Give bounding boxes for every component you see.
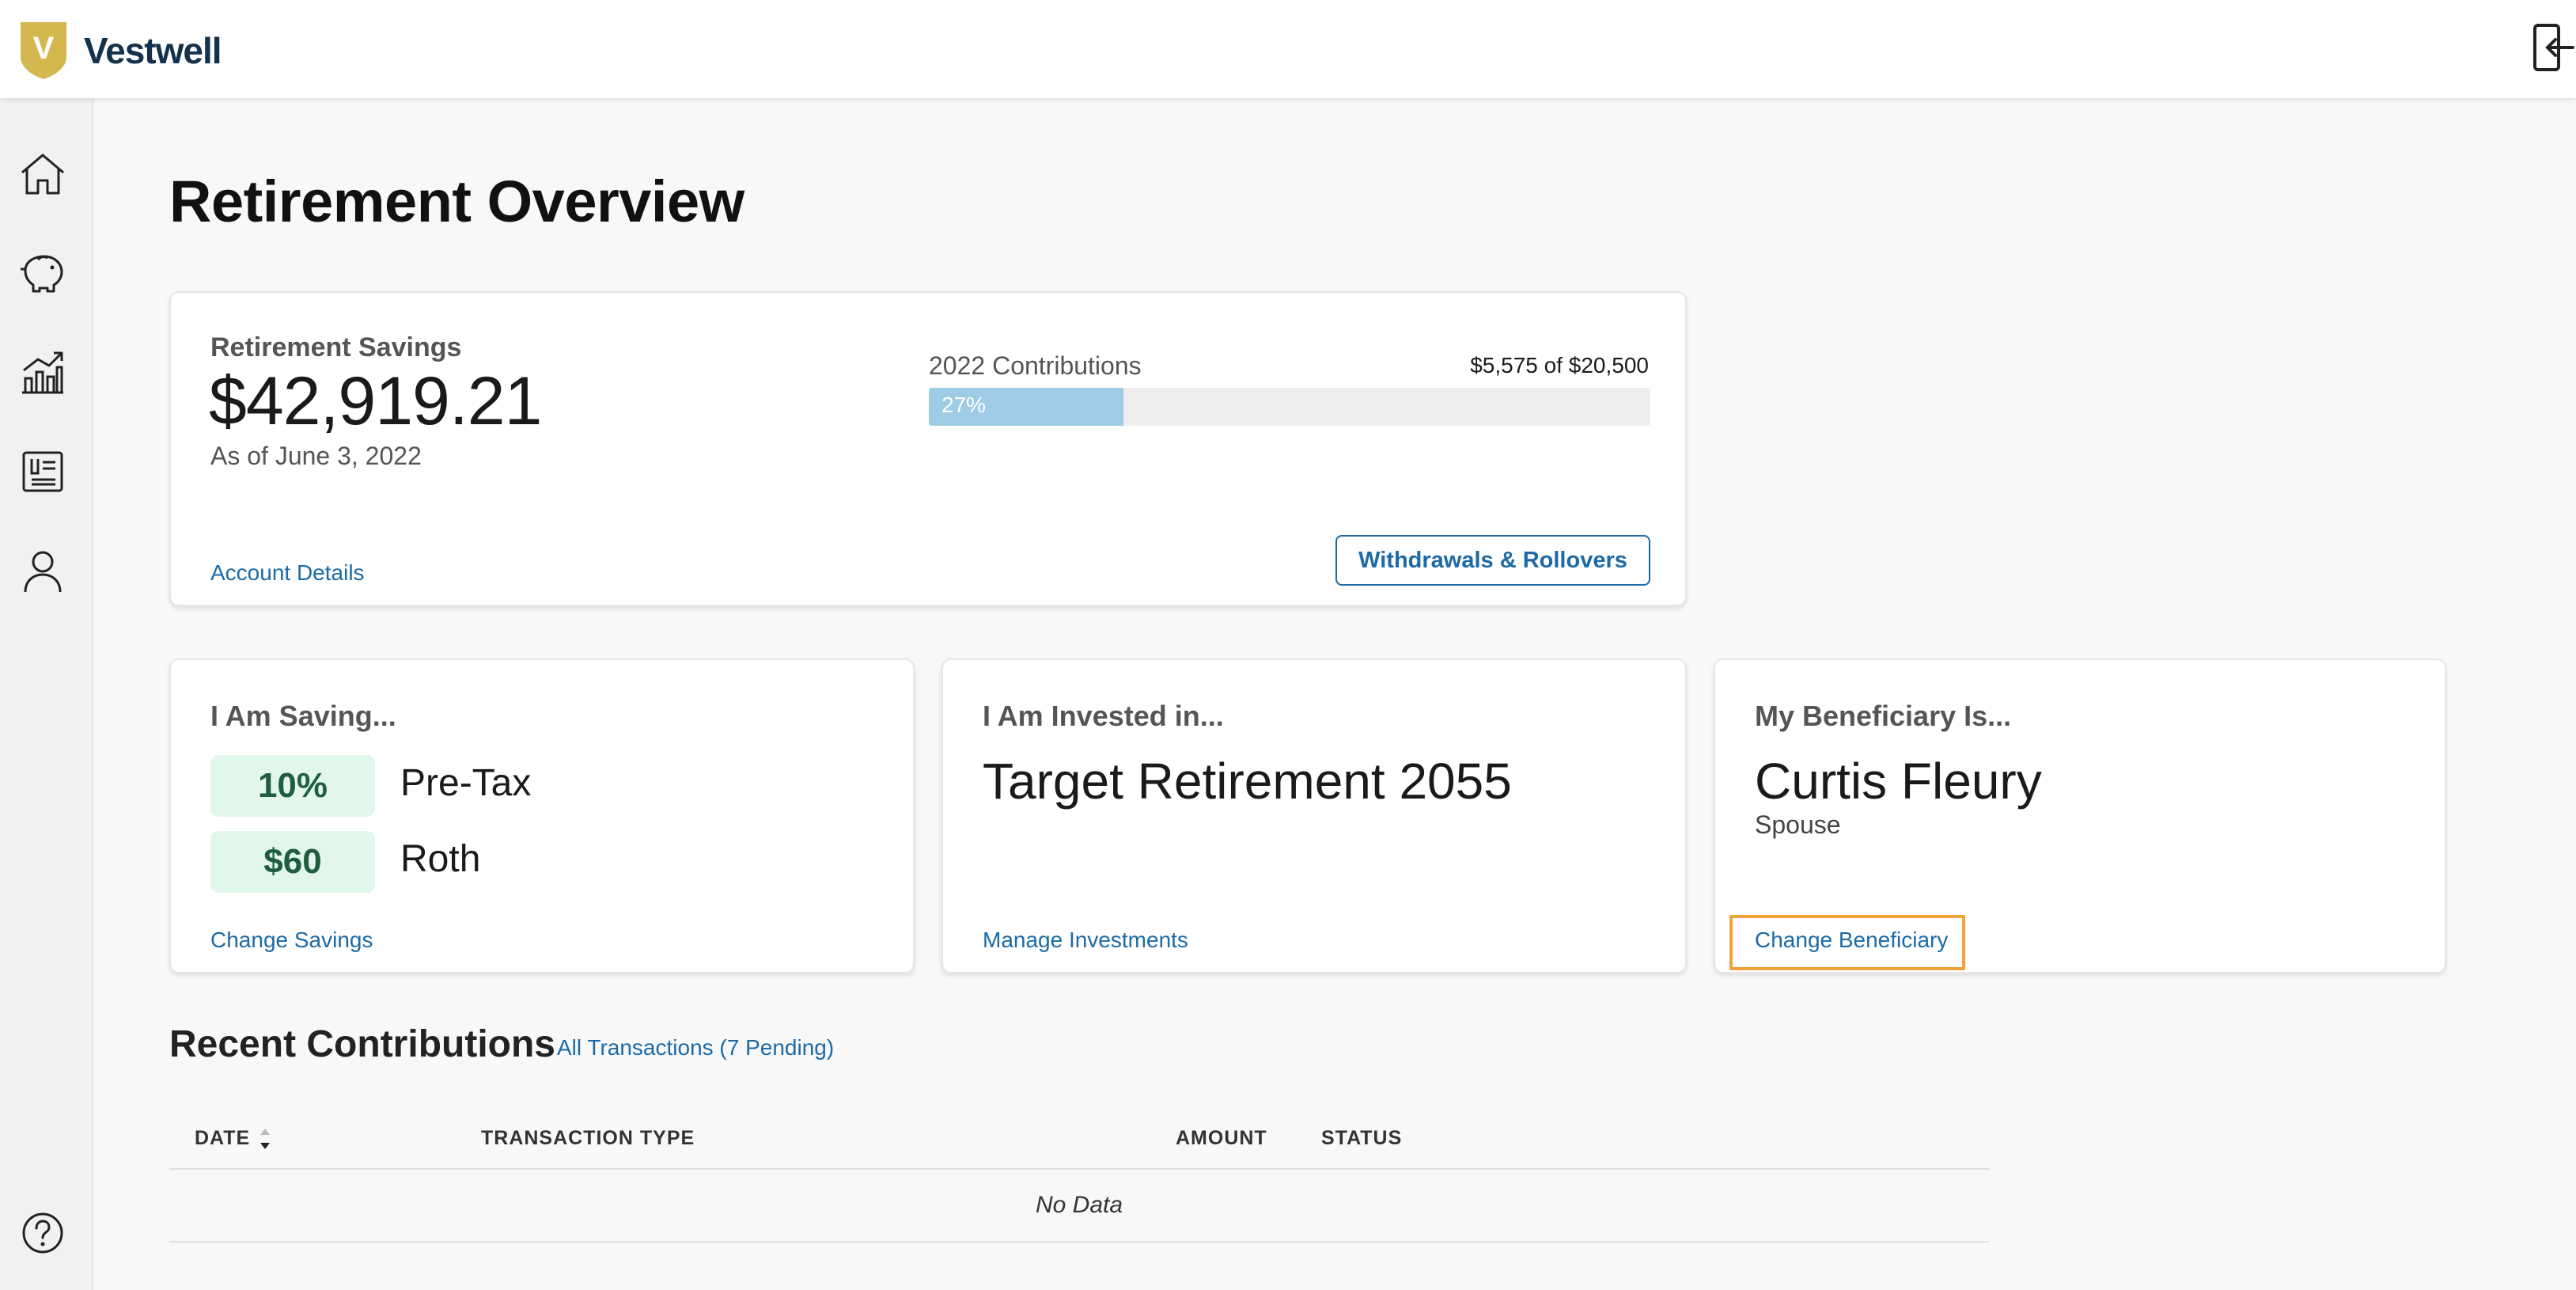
- progress-percent: 27%: [941, 393, 987, 417]
- logo-text: Vestwell: [84, 30, 222, 71]
- as-of-date: As of June 3, 2022: [210, 442, 422, 470]
- home-icon: [21, 154, 64, 195]
- table-header-divider: [169, 1168, 1989, 1170]
- vestwell-logo[interactable]: V Vestwell: [19, 21, 222, 81]
- investment-card: I Am Invested in... Target Retirement 20…: [941, 658, 1687, 973]
- contributions-label: 2022 Contributions: [929, 351, 1142, 380]
- sidebar-item-help[interactable]: [17, 1208, 68, 1258]
- withdrawals-rollovers-button[interactable]: Withdrawals & Rollovers: [1335, 535, 1650, 586]
- all-transactions-link[interactable]: All Transactions (7 Pending): [557, 1035, 834, 1060]
- pretax-rate-pill: 10%: [210, 755, 375, 817]
- investment-fund-name: Target Retirement 2055: [983, 753, 1512, 810]
- recent-contributions-title: Recent Contributions: [169, 1023, 555, 1065]
- chart-icon: [22, 351, 63, 394]
- table-bottom-divider: [169, 1241, 1989, 1243]
- column-header-date[interactable]: DATE: [195, 1127, 250, 1150]
- page-title: Retirement Overview: [169, 169, 744, 234]
- roth-amount-pill: $60: [210, 831, 375, 893]
- change-savings-link[interactable]: Change Savings: [210, 928, 373, 953]
- retirement-savings-label: Retirement Savings: [210, 332, 462, 362]
- account-details-link[interactable]: Account Details: [210, 560, 365, 586]
- column-header-amount[interactable]: AMOUNT: [1176, 1127, 1267, 1150]
- piggy-bank-icon: [21, 255, 63, 293]
- sidebar-nav: [0, 98, 93, 1290]
- sort-icon[interactable]: [258, 1125, 272, 1152]
- roth-label: Roth: [400, 838, 481, 880]
- contributions-progress-bar: 27%: [929, 388, 1650, 426]
- column-header-transaction-type[interactable]: TRANSACTION TYPE: [481, 1127, 695, 1150]
- help-icon: [22, 1212, 63, 1254]
- saving-heading: I Am Saving...: [210, 700, 396, 732]
- investment-heading: I Am Invested in...: [983, 700, 1224, 732]
- sidebar-item-profile[interactable]: [17, 546, 68, 597]
- document-icon: [22, 451, 63, 492]
- column-header-status[interactable]: STATUS: [1321, 1127, 1402, 1150]
- beneficiary-relation: Spouse: [1755, 810, 1841, 839]
- logout-icon[interactable]: [2532, 22, 2576, 73]
- table-empty-message: No Data: [1035, 1192, 1123, 1218]
- beneficiary-name: Curtis Fleury: [1755, 753, 2042, 810]
- manage-investments-link[interactable]: Manage Investments: [983, 928, 1188, 953]
- sidebar-item-home[interactable]: [17, 149, 68, 199]
- user-icon: [24, 551, 62, 593]
- change-beneficiary-link[interactable]: Change Beneficiary: [1755, 928, 1948, 953]
- logo-letter: V: [33, 31, 55, 66]
- pretax-label: Pre-Tax: [400, 762, 532, 804]
- sidebar-item-documents[interactable]: [17, 446, 68, 497]
- shield-logo-icon: V: [21, 22, 66, 79]
- contributions-amount: $5,575 of $20,500: [1470, 353, 1649, 378]
- sidebar-item-savings[interactable]: [17, 247, 68, 298]
- beneficiary-heading: My Beneficiary Is...: [1755, 700, 2012, 732]
- top-header: V Vestwell: [0, 0, 2576, 98]
- beneficiary-card: My Beneficiary Is... Curtis Fleury Spous…: [1714, 658, 2446, 973]
- sidebar-item-investments[interactable]: [17, 347, 68, 397]
- progress-fill: 27%: [929, 388, 1124, 426]
- retirement-savings-card: Retirement Savings $42,919.21 As of June…: [169, 291, 1687, 606]
- saving-card: I Am Saving... 10% Pre-Tax $60 Roth Chan…: [169, 658, 915, 973]
- retirement-savings-value: $42,919.21: [209, 363, 542, 439]
